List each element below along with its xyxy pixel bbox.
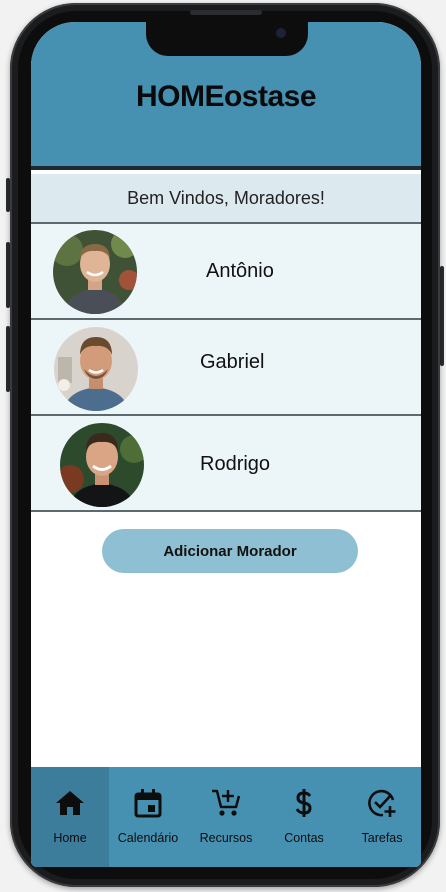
camera-notch — [146, 22, 308, 56]
bottom-tab-bar: Home Calendário Recursos Contas Tarefas — [31, 767, 421, 867]
tab-label: Home — [53, 831, 87, 845]
tab-label: Calendário — [117, 831, 179, 845]
resident-name: Rodrigo — [200, 453, 271, 475]
calendar-icon — [134, 789, 162, 818]
home-icon — [56, 791, 84, 815]
avatar — [60, 423, 144, 507]
resident-row[interactable]: Gabriel — [31, 320, 421, 416]
tab-label: Tarefas — [361, 831, 403, 845]
tab-tasks[interactable]: Tarefas — [343, 767, 421, 867]
add-resident-button[interactable]: Adicionar Morador — [102, 529, 358, 573]
tab-resources[interactable]: Recursos — [187, 767, 265, 867]
resident-name: Gabriel — [200, 351, 265, 373]
resident-row[interactable]: Rodrigo — [31, 416, 421, 512]
cart-plus-icon — [212, 789, 241, 816]
resident-row[interactable]: Antônio — [31, 224, 421, 320]
app-screen: HOMEostase Bem Vindos, Moradores! Antôni… — [31, 22, 421, 867]
tab-accounts[interactable]: Contas — [265, 767, 343, 867]
person-photo-icon — [60, 423, 144, 507]
tab-label: Recursos — [199, 831, 253, 845]
welcome-banner: Bem Vindos, Moradores! — [31, 174, 421, 224]
person-photo-icon — [54, 327, 138, 411]
app-title: HOMEostase — [135, 80, 317, 113]
person-photo-icon — [53, 230, 137, 314]
power-button[interactable] — [440, 266, 444, 366]
avatar — [54, 327, 138, 411]
dollar-icon — [295, 789, 312, 817]
avatar — [53, 230, 137, 314]
task-check-icon — [368, 789, 396, 817]
tab-calendar[interactable]: Calendário — [109, 767, 187, 867]
speaker-grille — [190, 10, 262, 15]
tab-home[interactable]: Home — [31, 767, 109, 867]
resident-name: Antônio — [206, 260, 274, 282]
camera-icon — [276, 28, 286, 38]
tab-label: Contas — [284, 831, 324, 845]
